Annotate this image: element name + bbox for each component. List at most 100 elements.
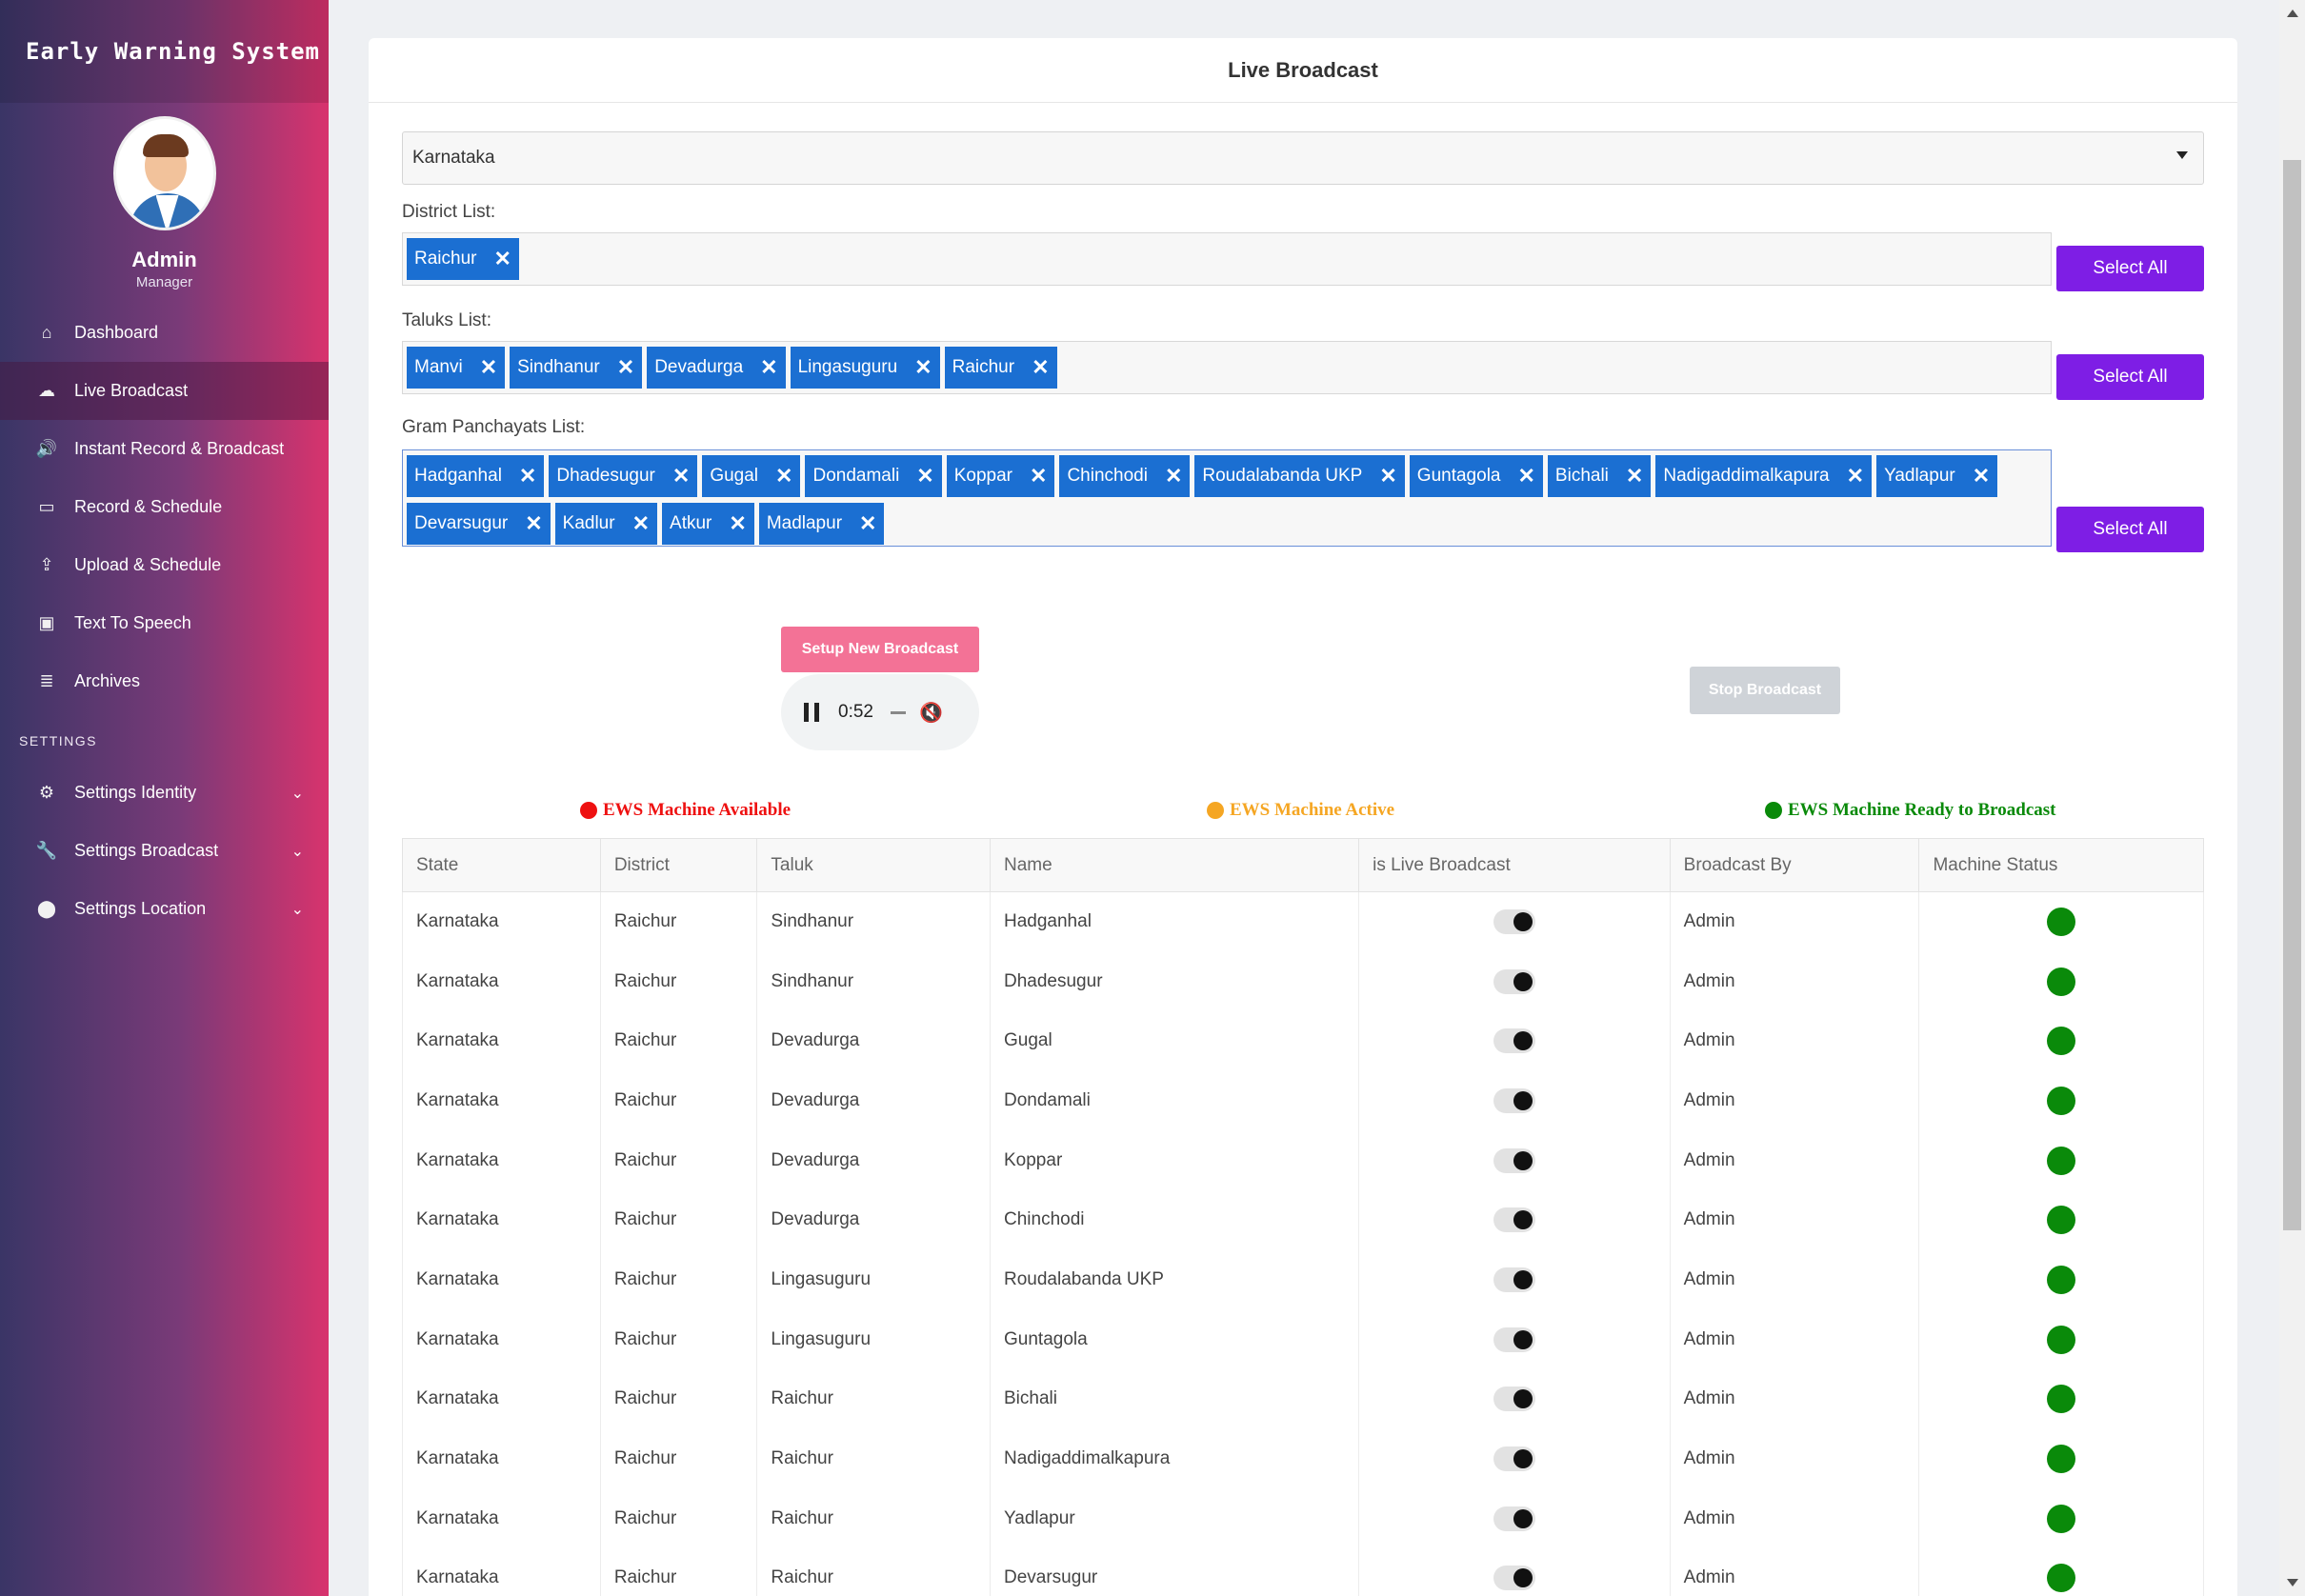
machine-status-cell <box>1918 1249 2204 1310</box>
red-dot-icon <box>580 802 597 819</box>
live-broadcast-cell <box>1358 1249 1671 1310</box>
table-cell: Sindhanur <box>756 891 991 952</box>
sidebar-item-live-broadcast[interactable]: ☁ Live Broadcast <box>0 362 329 420</box>
table-row: Karnataka Raichur Raichur Bichali Admin <box>402 1369 2204 1429</box>
district-tag-input[interactable]: Raichur ✕ <box>402 232 2052 286</box>
sidebar-item-settings-identity[interactable]: ⚙ Settings Identity ⌄ <box>0 764 329 822</box>
tag-label: Sindhanur <box>517 357 600 377</box>
sidebar-item-label: Text To Speech <box>74 613 191 632</box>
live-broadcast-toggle[interactable] <box>1493 1566 1535 1591</box>
remove-tag-icon[interactable]: ✕ <box>519 464 536 489</box>
gram-panchayats-tag-input[interactable]: Hadganhal ✕ Dhadesugur ✕ Gugal ✕ Dondamali ✕ Kop… <box>402 449 2052 547</box>
scrollbar-thumb[interactable] <box>2283 160 2301 1230</box>
remove-tag-icon[interactable]: ✕ <box>1030 464 1047 489</box>
chevron-down-icon[interactable]: ⌄ <box>291 900 304 919</box>
live-broadcast-toggle[interactable] <box>1493 1087 1535 1113</box>
chevron-down-icon[interactable]: ⌄ <box>291 784 304 803</box>
table-row: Karnataka Raichur Sindhanur Hadganhal Admin <box>402 891 2204 952</box>
remove-tag-icon[interactable]: ✕ <box>480 355 497 380</box>
cloud-icon: ☁ <box>38 381 55 400</box>
district-select-all-button[interactable]: Select All <box>2056 246 2204 291</box>
tag-label: Raichur <box>952 357 1015 377</box>
live-broadcast-toggle[interactable] <box>1493 968 1535 994</box>
sidebar-item-dashboard[interactable]: ⌂ Dashboard <box>0 304 329 362</box>
map-marker-icon: ⬤ <box>36 899 57 918</box>
setup-new-broadcast-button[interactable]: Setup New Broadcast <box>781 627 979 672</box>
profile-role: Manager <box>135 274 193 290</box>
remove-tag-icon[interactable]: ✕ <box>617 355 634 380</box>
remove-tag-icon[interactable]: ✕ <box>672 464 690 489</box>
state-select[interactable]: Karnataka <box>402 131 2204 185</box>
tag-label: Madlapur <box>766 513 843 533</box>
remove-tag-icon[interactable]: ✕ <box>1626 464 1643 489</box>
table-cell: Raichur <box>599 1369 758 1429</box>
pause-icon[interactable] <box>804 703 819 722</box>
tag-label: Dondamali <box>812 466 900 486</box>
scroll-down-icon[interactable] <box>2287 1579 2298 1586</box>
sidebar-item-instant-record-broadcast[interactable]: 🔊 Instant Record & Broadcast <box>0 420 329 478</box>
sidebar-item-label: Record & Schedule <box>74 497 223 516</box>
sidebar-item-settings-location[interactable]: ⬤ Settings Location ⌄ <box>0 880 329 938</box>
live-broadcast-cell <box>1358 1189 1671 1250</box>
remove-tag-icon[interactable]: ✕ <box>1379 464 1396 489</box>
sidebar-item-record-schedule[interactable]: ▭ Record & Schedule <box>0 478 329 536</box>
remove-tag-icon[interactable]: ✕ <box>760 355 777 380</box>
tag-label: Gugal <box>710 466 759 486</box>
table-cell: Raichur <box>599 1010 758 1071</box>
remove-tag-icon[interactable]: ✕ <box>632 511 650 536</box>
tag-chip: Gugal ✕ <box>702 455 801 497</box>
page-scrollbar[interactable] <box>2279 0 2305 1596</box>
table-cell: Admin <box>1669 891 1920 952</box>
tag-label: Raichur <box>414 249 477 269</box>
taluks-select-all-button[interactable]: Select All <box>2056 354 2204 400</box>
live-broadcast-toggle[interactable] <box>1493 1446 1535 1472</box>
remove-tag-icon[interactable]: ✕ <box>916 464 933 489</box>
sidebar-item-upload-schedule[interactable]: ⇪ Upload & Schedule <box>0 536 329 594</box>
live-broadcast-toggle[interactable] <box>1493 1147 1535 1173</box>
remove-tag-icon[interactable]: ✕ <box>775 464 792 489</box>
live-broadcast-toggle[interactable] <box>1493 1028 1535 1054</box>
live-broadcast-toggle[interactable] <box>1493 909 1535 935</box>
machine-status-cell <box>1918 1130 2204 1190</box>
sidebar-item-archives[interactable]: ≣ Archives <box>0 652 329 710</box>
remove-tag-icon[interactable]: ✕ <box>729 511 746 536</box>
sidebar-nav: ⌂ Dashboard ☁ Live Broadcast 🔊 Instant Record… <box>0 304 329 710</box>
taluks-tag-input[interactable]: Manvi ✕ Sindhanur ✕ Devadurga ✕ Lingasuguru ✕ Ra… <box>402 341 2052 394</box>
remove-tag-icon[interactable]: ✕ <box>1032 355 1049 380</box>
stop-broadcast-button[interactable]: Stop Broadcast <box>1690 667 1840 714</box>
column-header: Broadcast By <box>1669 838 1920 892</box>
remove-tag-icon[interactable]: ✕ <box>1165 464 1182 489</box>
remove-tag-icon[interactable]: ✕ <box>525 511 542 536</box>
monitor-icon: ▭ <box>38 497 55 516</box>
live-broadcast-toggle[interactable] <box>1493 1506 1535 1531</box>
machine-status-cell <box>1918 1189 2204 1250</box>
remove-tag-icon[interactable]: ✕ <box>1517 464 1534 489</box>
live-broadcast-toggle[interactable] <box>1493 1267 1535 1292</box>
tag-chip: Roudalabanda UKP ✕ <box>1194 455 1405 497</box>
sidebar-item-label: Instant Record & Broadcast <box>74 439 285 458</box>
tag-label: Atkur <box>670 513 712 533</box>
chevron-down-icon[interactable]: ⌄ <box>291 842 304 861</box>
live-broadcast-toggle[interactable] <box>1493 1207 1535 1233</box>
remove-tag-icon[interactable]: ✕ <box>914 355 932 380</box>
table-cell: Bichali <box>989 1369 1360 1429</box>
table-cell: Admin <box>1669 1010 1920 1071</box>
remove-tag-icon[interactable]: ✕ <box>493 247 511 271</box>
table-cell: Karnataka <box>402 1010 601 1071</box>
table-cell: Dhadesugur <box>989 951 1360 1011</box>
live-broadcast-toggle[interactable] <box>1493 1327 1535 1352</box>
status-green-dot-icon <box>2047 1206 2076 1235</box>
remove-tag-icon[interactable]: ✕ <box>1973 464 1990 489</box>
sidebar-item-text-to-speech[interactable]: ▣ Text To Speech <box>0 594 329 652</box>
sidebar-item-settings-broadcast[interactable]: 🔧 Settings Broadcast ⌄ <box>0 822 329 880</box>
progress-bar[interactable] <box>890 710 906 714</box>
status-green-dot-icon <box>2047 1325 2076 1354</box>
live-broadcast-cell <box>1358 951 1671 1011</box>
scroll-up-icon[interactable] <box>2287 10 2298 17</box>
tag-chip: Hadganhal ✕ <box>407 455 545 497</box>
remove-tag-icon[interactable]: ✕ <box>859 511 876 536</box>
mute-icon[interactable]: 🔇 <box>919 701 943 725</box>
gram-panchayats-select-all-button[interactable]: Select All <box>2056 507 2204 552</box>
live-broadcast-toggle[interactable] <box>1493 1387 1535 1412</box>
remove-tag-icon[interactable]: ✕ <box>1847 464 1864 489</box>
